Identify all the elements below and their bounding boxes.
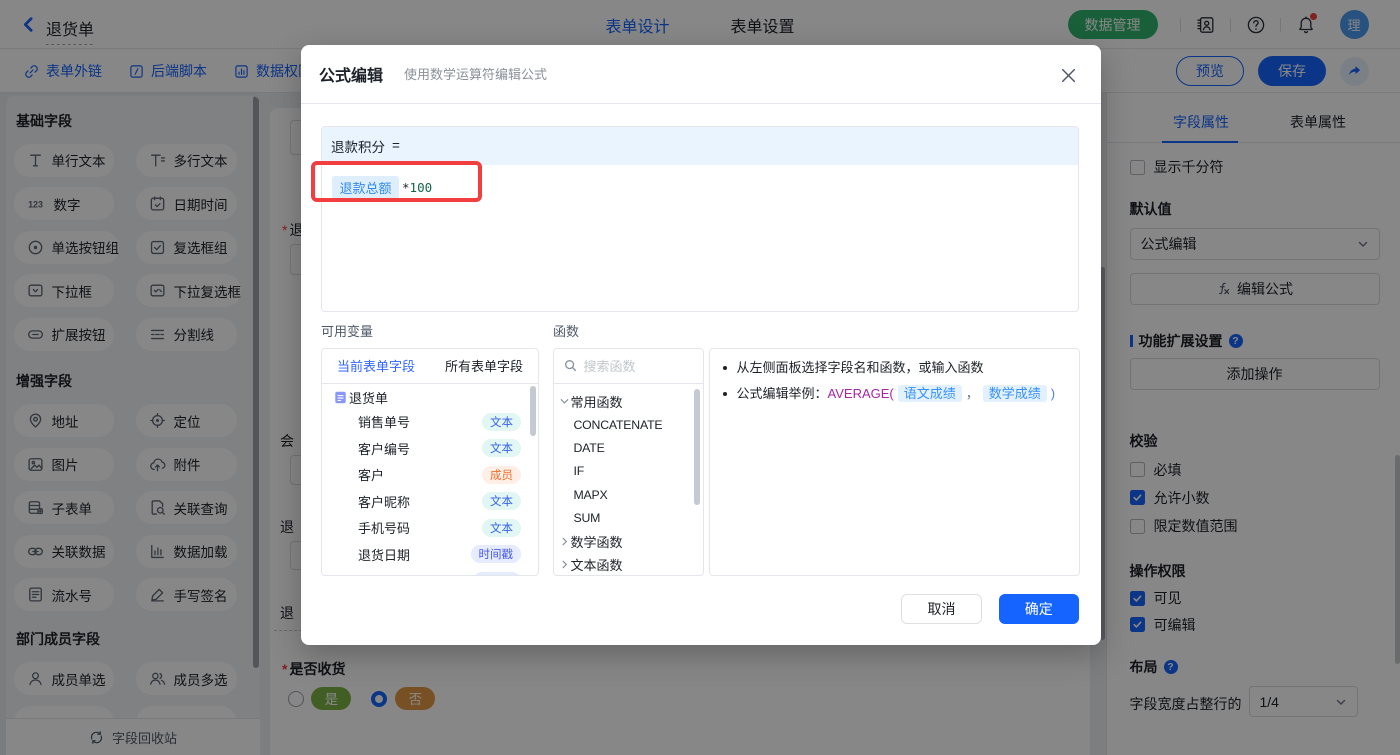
variable-name: 退货日期: [358, 547, 411, 563]
function-name: IF: [573, 464, 585, 479]
close-icon[interactable]: [1060, 67, 1077, 84]
form-doc-icon: [334, 391, 347, 404]
search-icon: [564, 360, 576, 372]
modal-subtitle: 使用数学运算符编辑公式: [404, 67, 548, 82]
function-group-文本函数[interactable]: 文本函数: [554, 553, 703, 575]
bullet-dot: [722, 392, 727, 396]
function-name: SUM: [573, 511, 601, 526]
functions-scrollbar[interactable]: [694, 388, 700, 505]
variable-type-tag: 时间戳: [470, 545, 521, 564]
variable-name: 销售单号: [358, 415, 411, 431]
variable-name: 手机号码: [358, 521, 411, 537]
cancel-button[interactable]: 取消: [901, 593, 982, 624]
function-item-IF[interactable]: IF: [554, 460, 703, 483]
tip-line-1: 从左侧面板选择字段名和函数，或输入函数: [736, 360, 984, 375]
variables-panel: 当前表单字段 所有表单字段 退货单 销售单号 文本 客户编号 文本 客户 成员 客户昵称 文本手…: [321, 347, 539, 576]
variable-row[interactable]: [322, 568, 538, 576]
variable-row-退货日期[interactable]: 退货日期 时间戳: [322, 541, 538, 568]
variables-label: 可用变量: [321, 323, 374, 339]
chevron-right-icon: [559, 559, 569, 570]
variable-name: 客户昵称: [358, 494, 411, 510]
variable-name: 客户编号: [358, 441, 411, 457]
function-item-DATE[interactable]: DATE: [554, 436, 703, 459]
functions-panel: 搜索函数 常用函数 CONCATENATE DATE IF MAPX SUM 数学函数文本函…: [552, 347, 704, 576]
tab-all-form-fields[interactable]: 所有表单字段: [430, 349, 538, 383]
function-group-name: 数学函数: [570, 535, 623, 551]
variable-type-tag: 文本: [482, 492, 521, 511]
formula-target-bar: 退款积分 =: [322, 127, 1078, 165]
function-group-name: 常用函数: [570, 394, 623, 410]
function-group-name: 文本函数: [570, 558, 623, 574]
variable-row-客户昵称[interactable]: 客户昵称 文本: [322, 488, 538, 515]
function-item-CONCATENATE[interactable]: CONCATENATE: [554, 413, 703, 436]
function-group-常用函数[interactable]: 常用函数: [554, 390, 703, 413]
functions-label: 函数: [553, 323, 580, 339]
variable-type-tag: 文本: [482, 412, 521, 431]
function-search-input[interactable]: 搜索函数: [553, 349, 703, 384]
variable-row-客户编号[interactable]: 客户编号 文本: [322, 435, 538, 462]
variable-type-tag: 文本: [482, 439, 521, 458]
variables-scrollbar[interactable]: [529, 385, 536, 436]
function-name: MAPX: [573, 487, 608, 502]
function-item-SUM[interactable]: SUM: [554, 506, 703, 529]
chevron-down-icon: [559, 396, 569, 407]
modal-title: 公式编辑: [319, 67, 384, 85]
function-name: CONCATENATE: [573, 417, 663, 432]
tips-panel: 从左侧面板选择字段名和函数，或输入函数 公式编辑举例：AVERAGE(语文成绩，…: [708, 347, 1080, 576]
function-name: DATE: [573, 440, 605, 455]
variable-type-tag: [473, 571, 521, 576]
confirm-button[interactable]: 确定: [998, 593, 1079, 624]
variable-name: 客户: [358, 468, 385, 484]
variable-row-客户[interactable]: 客户 成员: [322, 462, 538, 489]
tip-line-2: 公式编辑举例：AVERAGE(语文成绩，数学成绩): [736, 385, 1056, 402]
formula-editor[interactable]: 退款积分 = 退款总额 *100: [321, 126, 1079, 312]
modal-header: 公式编辑 使用数学运算符编辑公式: [300, 45, 1101, 104]
function-group-数学函数[interactable]: 数学函数: [554, 530, 703, 553]
bullet-dot: [722, 366, 727, 370]
variable-type-tag: 成员: [482, 465, 521, 484]
variable-row-手机号码[interactable]: 手机号码 文本: [322, 515, 538, 542]
search-placeholder: 搜索函数: [583, 359, 636, 374]
annotation-red-box: [311, 161, 482, 202]
variable-root-row[interactable]: 退货单: [322, 386, 538, 409]
chevron-right-icon: [559, 536, 569, 547]
variable-root-name: 退货单: [349, 390, 389, 406]
variable-row-销售单号[interactable]: 销售单号 文本: [322, 409, 538, 436]
formula-edit-modal: 公式编辑 使用数学运算符编辑公式 退款积分 = 退款总额 *100 可用变量 函数…: [300, 44, 1101, 645]
tab-current-form-fields[interactable]: 当前表单字段: [322, 349, 430, 383]
variable-type-tag: 文本: [482, 518, 521, 537]
function-item-MAPX[interactable]: MAPX: [554, 483, 703, 506]
